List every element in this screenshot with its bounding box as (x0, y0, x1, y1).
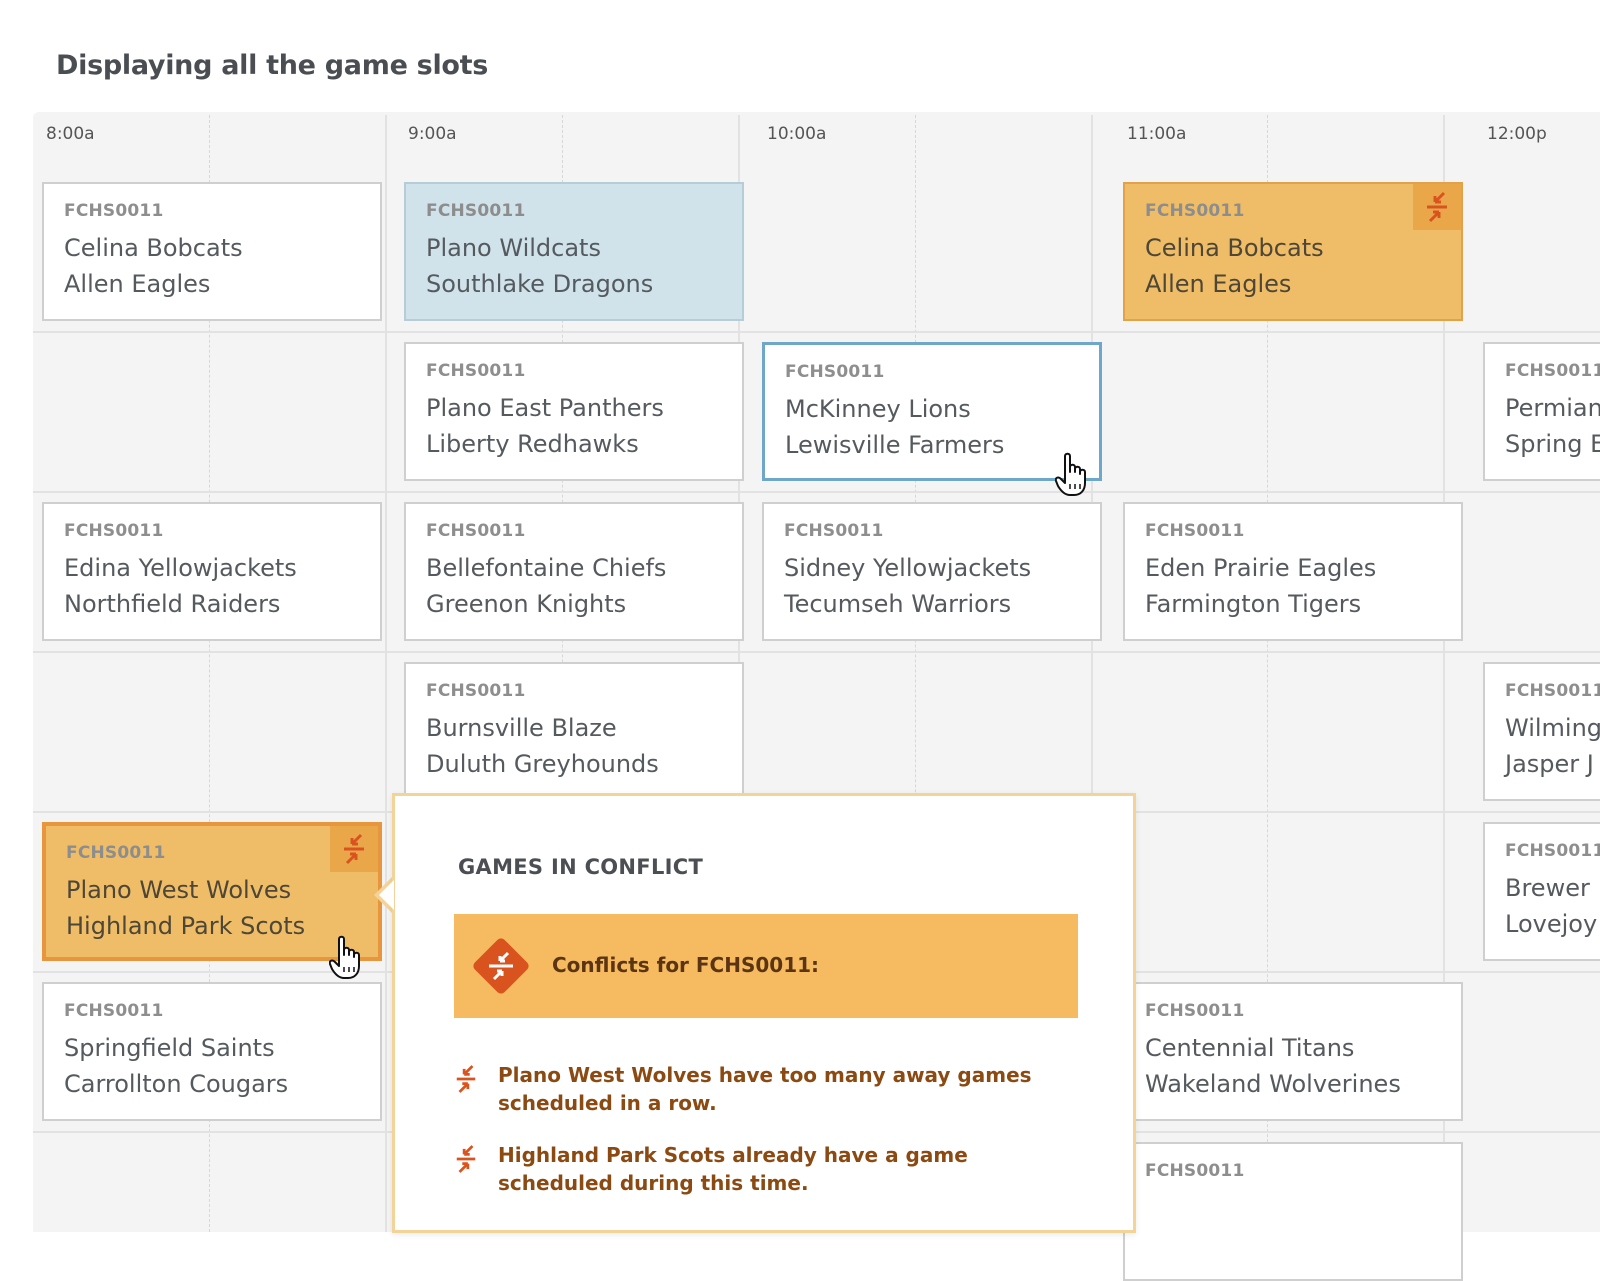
game-card[interactable]: FCHS0011 Burnsville Blaze Duluth Greyhou… (404, 662, 744, 801)
away-team: Carrollton Cougars (64, 1070, 289, 1098)
away-team: Tecumseh Warriors (784, 590, 1012, 618)
home-team: Edina Yellowjackets (64, 554, 297, 582)
away-team: Lovejoy (1505, 910, 1598, 938)
home-team: Plano East Panthers (426, 394, 664, 422)
game-card-highlighted[interactable]: FCHS0011 Plano Wildcats Southlake Dragon… (404, 182, 744, 321)
game-code: FCHS0011 (426, 681, 526, 701)
game-code: FCHS0011 (426, 521, 526, 541)
away-team: Farmington Tigers (1145, 590, 1362, 618)
home-team: Bellefontaine Chiefs (426, 554, 667, 582)
conflict-item-text: Plano West Wolves have too many away gam… (498, 1063, 1032, 1115)
away-team: Southlake Dragons (426, 270, 654, 298)
game-code: FCHS0011 (1145, 1161, 1245, 1181)
home-team: Centennial Titans (1145, 1034, 1355, 1062)
away-team: Liberty Redhawks (426, 430, 639, 458)
time-label-8am: 8:00a (46, 124, 95, 144)
game-code: FCHS0011 (64, 521, 164, 541)
game-card[interactable]: FCHS0011 Centennial Titans Wakeland Wolv… (1123, 982, 1463, 1121)
home-team: Brewer (1505, 874, 1590, 902)
away-team: Allen Eagles (64, 270, 211, 298)
home-team: Celina Bobcats (64, 234, 243, 262)
grid-row-line (33, 651, 1600, 653)
grid-row-line (33, 491, 1600, 493)
game-card[interactable]: FCHS0011 (1123, 1142, 1463, 1281)
conflict-icon[interactable] (330, 826, 378, 872)
game-code: FCHS0011 (784, 521, 884, 541)
game-code: FCHS0011 (64, 1001, 164, 1021)
popover-title: GAMES IN CONFLICT (458, 855, 704, 879)
conflict-item: Plano West Wolves have too many away gam… (454, 1061, 1054, 1117)
game-card[interactable]: FCHS0011 Wilming Jasper J (1483, 662, 1600, 801)
home-team: Plano West Wolves (66, 876, 292, 904)
game-card[interactable]: FCHS0011 Plano East Panthers Liberty Red… (404, 342, 744, 481)
conflict-banner-text: Conflicts for FCHS0011: (552, 953, 820, 977)
game-card[interactable]: FCHS0011 Eden Prairie Eagles Farmington … (1123, 502, 1463, 641)
home-team: Plano Wildcats (426, 234, 601, 262)
home-team: Springfield Saints (64, 1034, 275, 1062)
away-team: Jasper J (1505, 750, 1594, 778)
grid-hour-line (385, 115, 387, 1232)
time-label-12pm: 12:00p (1487, 124, 1547, 144)
popover-arrow-inner (379, 880, 394, 910)
game-code: FCHS0011 (426, 201, 526, 221)
conflict-item: Highland Park Scots already have a game … (454, 1141, 1054, 1197)
time-label-11am: 11:00a (1127, 124, 1187, 144)
conflict-icon (454, 1143, 478, 1179)
home-team: Sidney Yellowjackets (784, 554, 1032, 582)
conflict-banner: Conflicts for FCHS0011: (454, 914, 1078, 1018)
home-team: Wilming (1505, 714, 1600, 742)
conflict-icon (454, 1063, 478, 1099)
time-label-10am: 10:00a (767, 124, 827, 144)
home-team: Celina Bobcats (1145, 234, 1324, 262)
conflict-icon[interactable] (1413, 184, 1461, 230)
away-team: Lewisville Farmers (785, 431, 1005, 459)
away-team: Allen Eagles (1145, 270, 1292, 298)
game-card[interactable]: FCHS0011 Edina Yellowjackets Northfield … (42, 502, 382, 641)
home-team: McKinney Lions (785, 395, 971, 423)
game-code: FCHS0011 (1145, 521, 1245, 541)
game-card[interactable]: FCHS0011 Celina Bobcats Allen Eagles (42, 182, 382, 321)
away-team: Duluth Greyhounds (426, 750, 659, 778)
page-title: Displaying all the game slots (56, 50, 489, 81)
away-team: Spring E (1505, 430, 1600, 458)
game-code: FCHS0011 (785, 362, 885, 382)
grid-row-line (33, 331, 1600, 333)
game-card[interactable]: FCHS0011 Bellefontaine Chiefs Greenon Kn… (404, 502, 744, 641)
away-team: Northfield Raiders (64, 590, 281, 618)
game-card-conflict[interactable]: FCHS0011 Celina Bobcats Allen Eagles (1123, 182, 1463, 321)
conflict-item-text: Highland Park Scots already have a game … (498, 1143, 968, 1195)
game-code: FCHS0011 (64, 201, 164, 221)
game-code: FCHS0011 (1505, 681, 1600, 701)
away-team: Wakeland Wolverines (1145, 1070, 1401, 1098)
away-team: Greenon Knights (426, 590, 627, 618)
game-card[interactable]: FCHS0011 Brewer Lovejoy (1483, 822, 1600, 961)
conflict-diamond-icon (470, 935, 532, 1001)
hand-pointer-cursor (328, 935, 365, 985)
game-card[interactable]: FCHS0011 Permian Spring E (1483, 342, 1600, 481)
conflict-popover: GAMES IN CONFLICT Conflicts for FCHS0011… (392, 793, 1136, 1233)
game-code: FCHS0011 (1505, 361, 1600, 381)
time-label-9am: 9:00a (408, 124, 457, 144)
game-card[interactable]: FCHS0011 Springfield Saints Carrollton C… (42, 982, 382, 1121)
game-card[interactable]: FCHS0011 Sidney Yellowjackets Tecumseh W… (762, 502, 1102, 641)
home-team: Permian (1505, 394, 1600, 422)
game-code: FCHS0011 (1145, 1001, 1245, 1021)
hand-pointer-cursor (1054, 452, 1091, 502)
game-card-selected[interactable]: FCHS0011 McKinney Lions Lewisville Farme… (762, 342, 1102, 481)
game-code: FCHS0011 (1505, 841, 1600, 861)
home-team: Burnsville Blaze (426, 714, 617, 742)
game-code: FCHS0011 (426, 361, 526, 381)
home-team: Eden Prairie Eagles (1145, 554, 1377, 582)
